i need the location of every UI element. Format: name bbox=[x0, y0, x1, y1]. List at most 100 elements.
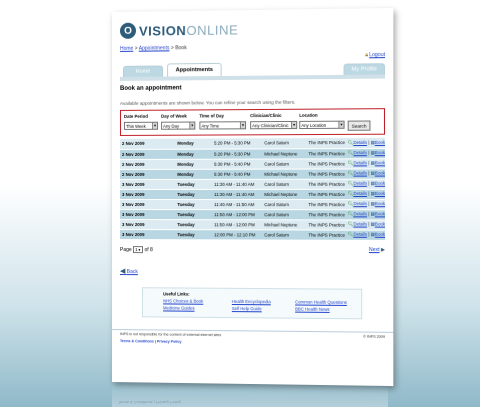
appointments-table-body: 2 Nov 2009 Monday 5:20 PM - 5:30 PM Carol S… bbox=[119, 137, 386, 240]
day-cell: Tuesday bbox=[175, 178, 213, 189]
logout-link[interactable]: Logout bbox=[369, 52, 385, 58]
time-cell: 11:50 AM - 12:00 PM bbox=[212, 209, 263, 220]
useful-link[interactable]: BBC Health News bbox=[295, 306, 329, 311]
day-cell: Monday bbox=[175, 138, 213, 149]
book-link[interactable]: Book bbox=[375, 140, 385, 145]
table-row: 3 Nov 2009 Tuesday 11:40 AM - 11:50 AM Caro… bbox=[119, 199, 386, 210]
book-link[interactable]: Book bbox=[375, 232, 385, 237]
details-link[interactable]: Details bbox=[353, 181, 367, 186]
book-link[interactable]: Book bbox=[375, 201, 385, 206]
date-cell: 3 Nov 2009 bbox=[119, 178, 176, 189]
details-link[interactable]: Details bbox=[353, 191, 367, 196]
filter-time-of-day: Time of Day Any Time ▼ bbox=[199, 113, 247, 130]
clinician-cell: Michael Neptune bbox=[262, 219, 307, 230]
details-link[interactable]: Details bbox=[353, 170, 367, 175]
day-of-week-select[interactable]: Any Day ▼ bbox=[161, 121, 196, 130]
chevron-down-icon: ▼ bbox=[291, 121, 297, 129]
time-cell: 11:50 AM - 12:00 PM bbox=[212, 219, 263, 230]
breadcrumb-appointments[interactable]: Appointments bbox=[139, 45, 170, 51]
day-cell: Tuesday bbox=[175, 219, 213, 230]
details-link[interactable]: Details bbox=[353, 140, 367, 145]
book-link[interactable]: Book bbox=[375, 160, 385, 165]
actions-cell: 🔍︎Details | ▦Book bbox=[345, 188, 386, 200]
next-page-link[interactable]: Next ▶ bbox=[369, 246, 385, 253]
date-cell: 2 Nov 2009 bbox=[119, 168, 176, 179]
filter-location: Location Any Location ▼ bbox=[299, 112, 345, 130]
details-link[interactable]: Details bbox=[353, 211, 367, 216]
actions-cell: 🔍︎Details | ▦Book bbox=[345, 137, 386, 149]
useful-links-box: Useful Links: NHS Choices & Book Medicin… bbox=[141, 286, 363, 319]
details-link[interactable]: Details bbox=[353, 201, 367, 206]
book-link[interactable]: Book bbox=[375, 211, 385, 216]
logo[interactable]: O VISIONONLINE bbox=[112, 8, 393, 42]
date-cell: 3 Nov 2009 bbox=[119, 219, 176, 230]
clinician-select[interactable]: Any Clinician/Clinic ▼ bbox=[250, 120, 298, 130]
page-select[interactable]: 1▼ bbox=[133, 245, 144, 253]
details-link[interactable]: Details bbox=[353, 232, 367, 237]
time-cell: 11:30 AM - 11:40 AM bbox=[212, 178, 263, 189]
table-row: 3 Nov 2009 Tuesday 11:50 AM - 12:00 PM Caro… bbox=[119, 209, 386, 220]
book-link[interactable]: Book bbox=[375, 191, 385, 196]
chevron-right-icon: ▶ bbox=[381, 246, 386, 253]
date-cell: 3 Nov 2009 bbox=[119, 199, 176, 210]
date-period-select[interactable]: This Week ▼ bbox=[123, 121, 159, 130]
chevron-down-icon: ▼ bbox=[338, 121, 344, 128]
clinician-cell: Carol Saturn bbox=[262, 229, 307, 240]
location-cell: The INPS Practice bbox=[306, 168, 346, 179]
details-link[interactable]: Details bbox=[353, 150, 367, 155]
book-link[interactable]: Book bbox=[375, 150, 385, 155]
filter-label: Time of Day bbox=[199, 113, 224, 119]
footer-links[interactable]: Terms & Conditions | Privacy Policy bbox=[120, 339, 385, 346]
useful-link[interactable]: Medicine Guides bbox=[163, 305, 194, 310]
time-of-day-select[interactable]: Any Time ▼ bbox=[199, 121, 247, 130]
search-button[interactable]: Search bbox=[347, 120, 371, 131]
footer-copyright: © INPS 2009 bbox=[363, 334, 386, 339]
breadcrumb-current: Book bbox=[175, 45, 187, 52]
useful-link[interactable]: Health Encyclopedia bbox=[232, 298, 271, 303]
breadcrumb-home[interactable]: Home bbox=[120, 46, 133, 52]
useful-link[interactable]: Common Health Questions bbox=[295, 299, 347, 304]
back-link[interactable]: ◀ Back bbox=[112, 253, 393, 277]
clinician-cell: Carol Saturn bbox=[262, 158, 307, 169]
tab-my-profile[interactable]: My Profile bbox=[343, 63, 386, 75]
footer-disclaimer: INPS is not responsible for the content … bbox=[119, 331, 222, 337]
date-cell: 2 Nov 2009 bbox=[119, 148, 176, 159]
table-row: 3 Nov 2009 Tuesday 12:00 PM - 12:10 PM Caro… bbox=[119, 229, 386, 240]
time-cell: 5:30 PM - 5:40 PM bbox=[212, 168, 263, 179]
actions-cell: 🔍︎Details | ▦Book bbox=[345, 209, 386, 220]
web-page: O VISIONONLINE Home > Appointments > Boo… bbox=[112, 7, 394, 387]
filter-label: Location bbox=[299, 112, 318, 118]
table-row: 2 Nov 2009 Monday 5:30 PM - 5:40 PM Michael… bbox=[119, 168, 386, 179]
table-row: 3 Nov 2009 Tuesday 11:30 AM - 11:40 AM Caro… bbox=[119, 178, 386, 189]
book-link[interactable]: Book bbox=[375, 221, 385, 226]
book-link[interactable]: Book bbox=[375, 181, 385, 186]
day-cell: Tuesday bbox=[175, 209, 213, 220]
clinician-cell: Carol Saturn bbox=[262, 209, 307, 220]
tab-home[interactable]: Home bbox=[122, 65, 164, 77]
details-link[interactable]: Details bbox=[353, 221, 367, 226]
useful-link[interactable]: NHS Choices & Book bbox=[163, 298, 203, 303]
location-select[interactable]: Any Location ▼ bbox=[299, 120, 345, 130]
lock-icon: 🔒︎ bbox=[365, 52, 369, 59]
table-row: 3 Nov 2009 Tuesday 11:50 AM - 12:00 PM Mich… bbox=[119, 219, 386, 230]
clinician-cell: Carol Saturn bbox=[262, 138, 307, 149]
location-cell: The INPS Practice bbox=[306, 188, 346, 200]
details-link[interactable]: Details bbox=[353, 160, 367, 165]
book-link[interactable]: Book bbox=[375, 170, 385, 175]
location-cell: The INPS Practice bbox=[306, 199, 346, 210]
clinician-cell: Michael Neptune bbox=[262, 188, 307, 200]
location-cell: The INPS Practice bbox=[306, 178, 346, 189]
reflection-text: Terms & Conditions | Privacy Policy bbox=[118, 400, 181, 405]
tab-appointments[interactable]: Appointments bbox=[167, 62, 222, 77]
actions-cell: 🔍︎Details | ▦Book bbox=[345, 168, 386, 179]
location-cell: The INPS Practice bbox=[306, 158, 346, 169]
actions-cell: 🔍︎Details | ▦Book bbox=[345, 229, 386, 240]
table-row: 3 Nov 2009 Tuesday 11:30 AM - 11:40 AM Mich… bbox=[119, 188, 386, 200]
useful-link[interactable]: Self Help Guide bbox=[232, 306, 262, 311]
circle-logo-icon: O bbox=[119, 22, 136, 39]
useful-links-title: Useful Links: bbox=[163, 290, 190, 297]
actions-cell: 🔍︎Details | ▦Book bbox=[345, 178, 386, 189]
filter-panel: Date Period This Week ▼ Day of Week Any D… bbox=[119, 108, 386, 136]
location-cell: The INPS Practice bbox=[306, 209, 346, 220]
logo-text: VISIONONLINE bbox=[138, 21, 239, 39]
